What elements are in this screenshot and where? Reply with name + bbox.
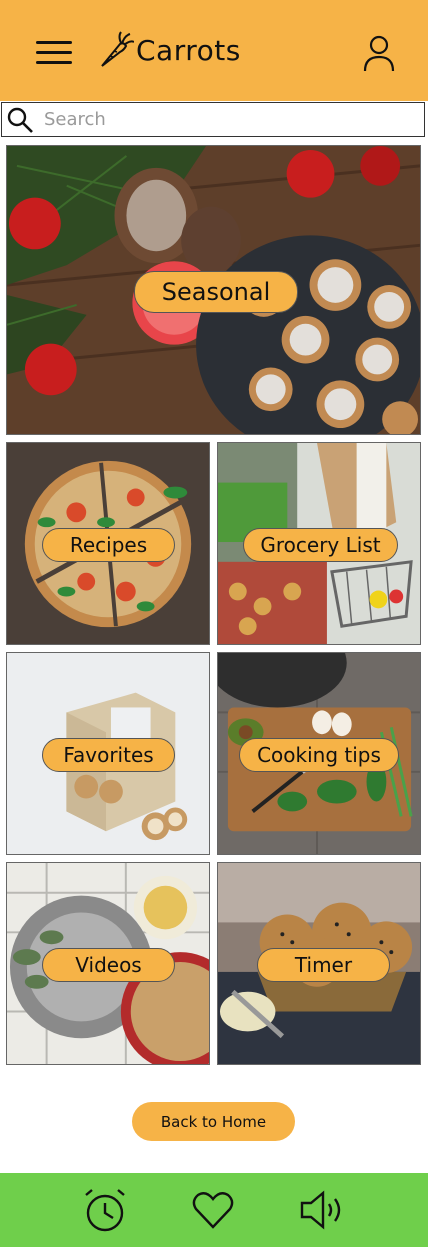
alarm-clock-icon[interactable] (82, 1187, 128, 1233)
app-title: Carrots (136, 33, 241, 67)
tile-label-videos: Videos (42, 948, 175, 982)
tile-label-seasonal: Seasonal (134, 271, 298, 313)
tile-label-text: Recipes (69, 533, 148, 557)
tile-label-recipes: Recipes (42, 528, 175, 562)
tile-label-text: Seasonal (161, 278, 271, 306)
search-icon[interactable] (6, 106, 34, 134)
back-to-home-button[interactable]: Back to Home (132, 1102, 295, 1141)
search-input[interactable] (42, 108, 406, 131)
tile-label-cooking-tips: Cooking tips (239, 738, 399, 772)
tile-grocery-list[interactable]: Grocery List (217, 442, 421, 645)
carrot-icon (101, 31, 134, 67)
tile-favorites[interactable]: Favorites (6, 652, 210, 855)
bottom-nav (0, 1173, 428, 1247)
heart-icon[interactable] (190, 1187, 236, 1233)
brand-logo[interactable]: Carrots (98, 28, 241, 72)
tile-recipes[interactable]: Recipes (6, 442, 210, 645)
app-header: Carrots (0, 0, 428, 101)
tile-label-text: Cooking tips (257, 743, 381, 767)
tile-label-text: Timer (294, 953, 353, 977)
search-bar (1, 102, 425, 137)
tile-label-grocery-list: Grocery List (243, 528, 398, 562)
tile-seasonal[interactable]: Seasonal (6, 145, 421, 435)
tile-label-timer: Timer (257, 948, 390, 982)
menu-line (36, 51, 72, 54)
tile-cooking-tips[interactable]: Cooking tips (217, 652, 421, 855)
tile-label-favorites: Favorites (42, 738, 175, 772)
menu-line (36, 41, 72, 44)
tile-label-text: Favorites (63, 743, 154, 767)
tile-label-text: Videos (75, 953, 142, 977)
tile-label-text: Grocery List (260, 533, 381, 557)
menu-line (36, 61, 72, 64)
tile-videos[interactable]: Videos (6, 862, 210, 1065)
speaker-icon[interactable] (299, 1187, 345, 1233)
hamburger-menu-button[interactable] (34, 38, 74, 68)
tile-timer[interactable]: Timer (217, 862, 421, 1065)
user-icon[interactable] (362, 35, 396, 73)
